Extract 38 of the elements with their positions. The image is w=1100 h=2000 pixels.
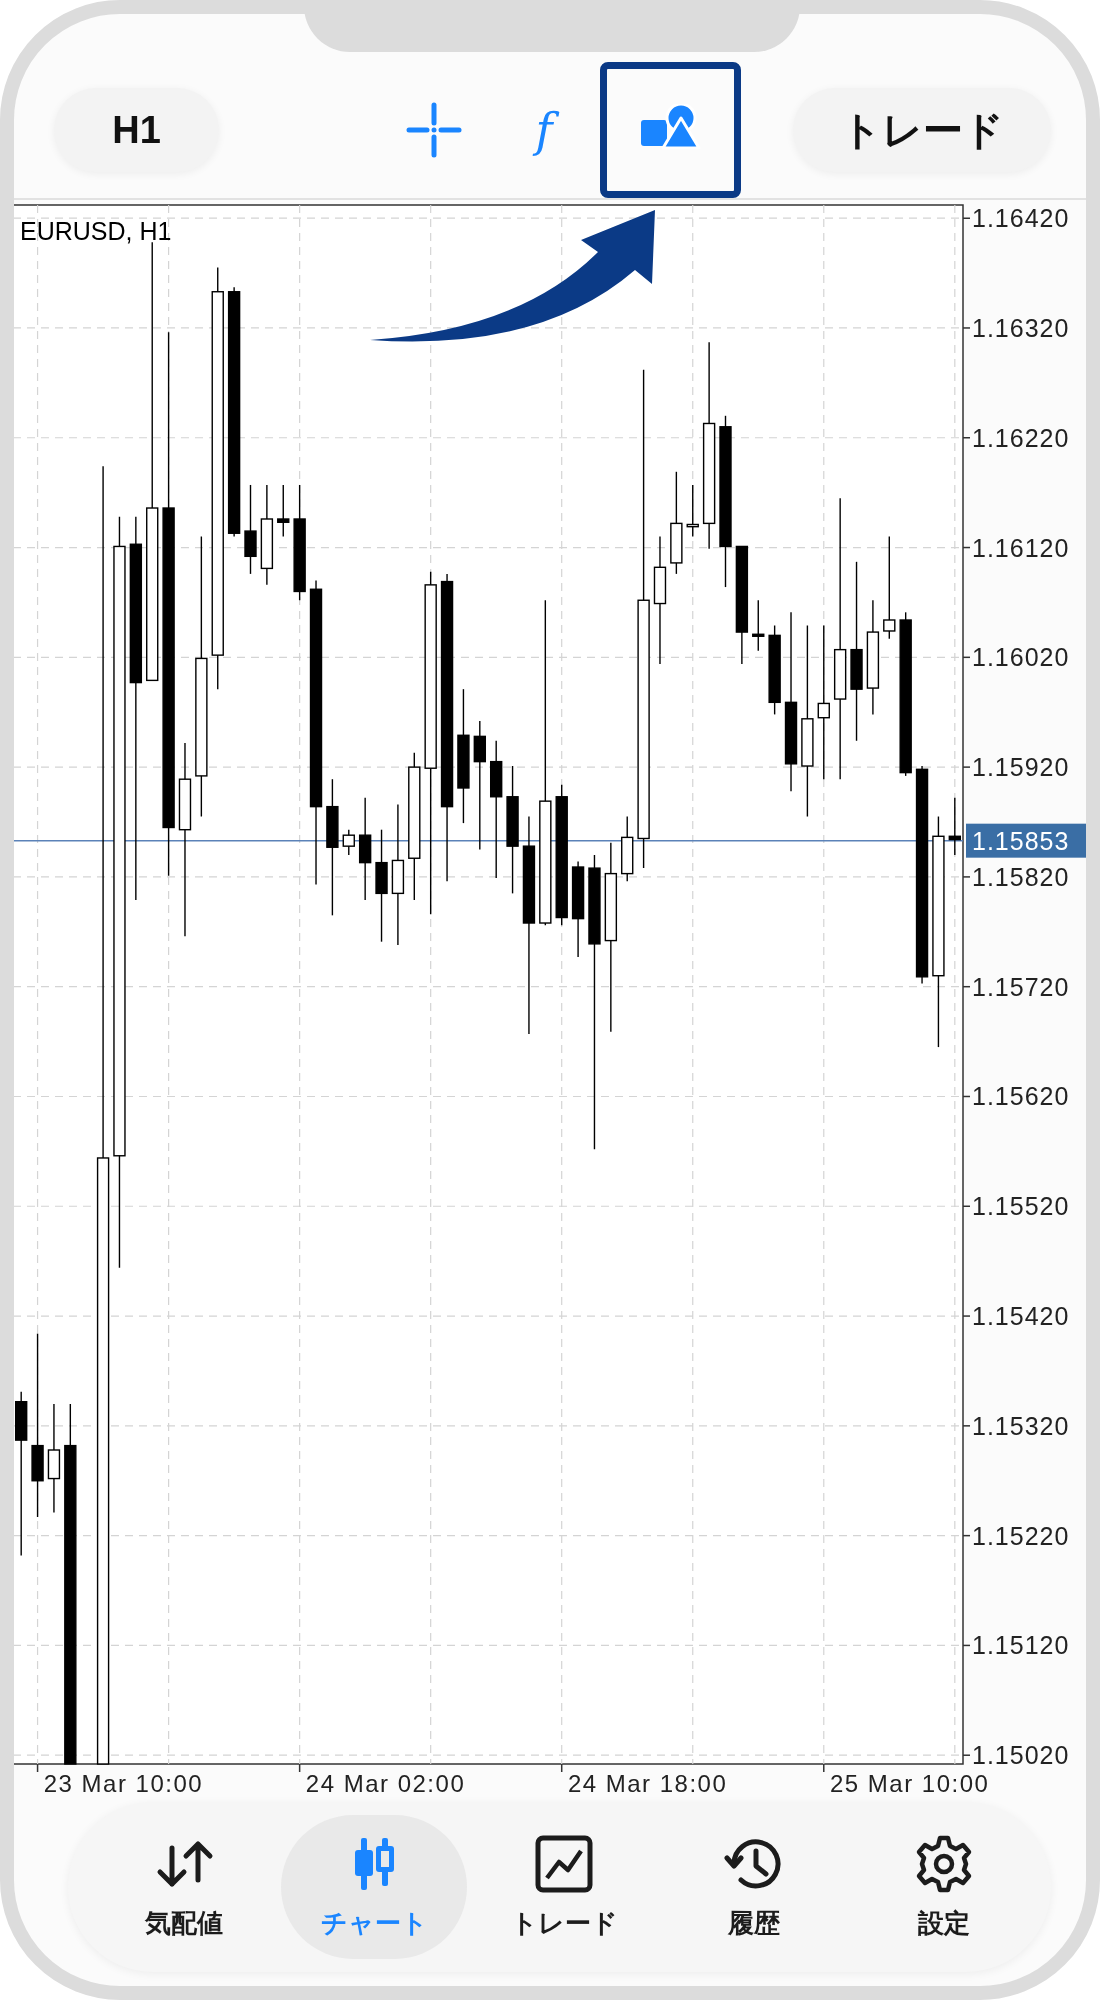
time-axis-label: 25 Mar 10:00 bbox=[829, 1770, 990, 1797]
time-axis-label: 24 Mar 18:00 bbox=[567, 1770, 728, 1797]
candlestick bbox=[621, 815, 634, 882]
price-axis-label: 1.16420 bbox=[972, 204, 1070, 233]
settings-icon bbox=[914, 1833, 974, 1894]
price-axis-label: 1.15720 bbox=[972, 972, 1070, 1001]
timeframe-button[interactable]: H1 bbox=[54, 88, 219, 172]
price-axis-label: 1.15220 bbox=[972, 1521, 1070, 1550]
price-axis-label: 1.15820 bbox=[972, 862, 1070, 891]
price-axis-label: 1.15420 bbox=[972, 1302, 1070, 1331]
price-axis-label: 1.15320 bbox=[972, 1411, 1070, 1440]
candlestick bbox=[752, 599, 765, 652]
price-axis-label: 1.15620 bbox=[972, 1082, 1070, 1111]
chart-title: EURUSD, H1 bbox=[20, 217, 172, 245]
crosshair-icon[interactable] bbox=[406, 102, 462, 158]
time-axis-label: 24 Mar 02:00 bbox=[305, 1770, 466, 1797]
nav-tab[interactable]: トレード bbox=[471, 1815, 657, 1959]
price-axis-label: 1.15920 bbox=[972, 753, 1070, 782]
nav-tab[interactable]: 履歴 bbox=[661, 1815, 847, 1959]
price-axis-label: 1.16120 bbox=[972, 533, 1070, 562]
nav-tab[interactable]: 設定 bbox=[851, 1815, 1037, 1959]
price-axis-label: 1.15520 bbox=[972, 1192, 1070, 1221]
price-axis-label: 1.16220 bbox=[972, 423, 1070, 452]
trade-button[interactable]: トレード bbox=[793, 88, 1051, 172]
price-axis-label: 1.16020 bbox=[972, 643, 1070, 672]
current-price-tag: 1.15853 bbox=[966, 823, 1086, 858]
price-axis-label: 1.15120 bbox=[972, 1631, 1070, 1660]
line-chart-icon bbox=[534, 1833, 594, 1894]
nav-tab[interactable]: 気配値 bbox=[91, 1815, 277, 1959]
candlestick bbox=[277, 484, 290, 538]
price-axis-label: 1.15020 bbox=[972, 1741, 1070, 1770]
candlestick bbox=[948, 797, 961, 856]
ref-line-label: 1.15853 bbox=[972, 826, 1070, 855]
time-axis-label: 23 Mar 10:00 bbox=[43, 1770, 204, 1797]
candlestick bbox=[686, 484, 699, 538]
price-axis-label: 1.16320 bbox=[972, 313, 1070, 342]
candlestick bbox=[342, 829, 355, 856]
shapes-icon[interactable] bbox=[600, 62, 741, 198]
